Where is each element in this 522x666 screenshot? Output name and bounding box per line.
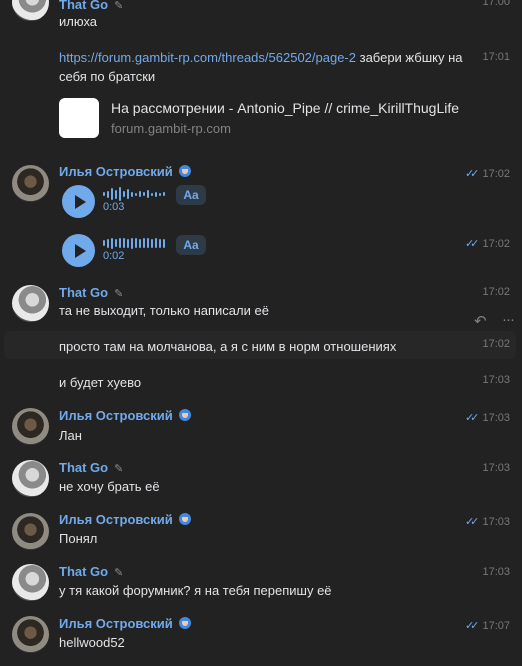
- emoji-status-icon: [178, 409, 191, 421]
- sender-name[interactable]: Илья Островский: [59, 512, 191, 527]
- message-text: и будет хуево: [59, 375, 142, 390]
- message-text: Лан: [59, 428, 82, 443]
- sender-name[interactable]: That Go ✎: [59, 285, 123, 300]
- sender-name[interactable]: That Go ✎: [59, 460, 123, 475]
- sender-name[interactable]: Илья Островский: [59, 408, 191, 423]
- double-check-icon: ✓✓: [464, 516, 480, 528]
- emoji-status-icon: ✎: [114, 463, 124, 475]
- message-text: не хочу брать её: [59, 479, 160, 494]
- message-text: hellwood52: [59, 635, 125, 650]
- voice-waveform[interactable]: [103, 186, 165, 202]
- message-time: 17:03: [482, 374, 510, 386]
- message-time: 17:02: [482, 286, 510, 298]
- link-preview-title[interactable]: На рассмотрении - Antonio_Pipe // crime_…: [111, 100, 459, 116]
- reply-icon[interactable]: ↶: [474, 312, 487, 330]
- transcribe-button[interactable]: Aa: [176, 235, 206, 255]
- message-text-line2: себя по братски: [59, 69, 156, 84]
- voice-duration: 0:02: [103, 250, 125, 262]
- message-time: 17:01: [482, 51, 510, 63]
- message-time: 17:03: [482, 566, 510, 578]
- avatar[interactable]: [12, 460, 49, 497]
- avatar[interactable]: [12, 165, 49, 202]
- double-check-icon: ✓✓: [464, 412, 480, 424]
- avatar[interactable]: [12, 616, 49, 653]
- double-check-icon: ✓✓: [464, 168, 480, 180]
- message-text: у тя какой форумник? я на тебя перепишу …: [59, 583, 332, 598]
- message-time: 17:00: [482, 0, 510, 8]
- emoji-status-icon: [178, 617, 191, 629]
- avatar[interactable]: [12, 408, 49, 445]
- link-preview-domain: forum.gambit-rp.com: [111, 121, 231, 136]
- emoji-status-icon: [178, 165, 191, 177]
- double-check-icon: ✓✓: [464, 620, 480, 632]
- transcribe-button[interactable]: Aa: [176, 185, 206, 205]
- emoji-status-icon: ✎: [114, 567, 124, 579]
- avatar[interactable]: [12, 513, 49, 550]
- message-text: просто там на молчанова, а я с ним в нор…: [59, 339, 397, 354]
- message-time: ✓✓ 17:02: [464, 238, 510, 250]
- message-time: ✓✓ 17:03: [464, 516, 510, 528]
- sender-name[interactable]: Илья Островский: [59, 616, 191, 631]
- message-text: https://forum.gambit-rp.com/threads/5625…: [59, 50, 463, 65]
- voice-duration: 0:03: [103, 201, 125, 213]
- message-time: 17:02: [482, 338, 510, 350]
- play-button[interactable]: [62, 234, 95, 267]
- double-check-icon: ✓✓: [464, 238, 480, 250]
- emoji-status-icon: [178, 513, 191, 525]
- avatar[interactable]: [12, 564, 49, 601]
- play-button[interactable]: [62, 185, 95, 218]
- message-time: 17:03: [482, 462, 510, 474]
- sender-name[interactable]: That Go ✎: [59, 564, 123, 579]
- emoji-status-icon: ✎: [114, 0, 124, 12]
- message-time: ✓✓ 17:02: [464, 168, 510, 180]
- message-text: та не выходит, только написали её: [59, 303, 269, 318]
- message-time: ✓✓ 17:07: [464, 620, 510, 632]
- more-icon[interactable]: ···: [502, 311, 515, 328]
- message-text: илюха: [59, 14, 98, 29]
- avatar[interactable]: [12, 285, 49, 322]
- avatar[interactable]: [12, 0, 49, 21]
- link-preview-image[interactable]: [59, 98, 99, 138]
- message-time: ✓✓ 17:03: [464, 412, 510, 424]
- emoji-status-icon: ✎: [114, 288, 124, 300]
- message-text: Понял: [59, 531, 98, 546]
- message-link[interactable]: https://forum.gambit-rp.com/threads/5625…: [59, 50, 356, 65]
- voice-waveform[interactable]: [103, 235, 165, 251]
- sender-name[interactable]: Илья Островский: [59, 164, 191, 179]
- sender-name[interactable]: That Go ✎: [59, 0, 123, 12]
